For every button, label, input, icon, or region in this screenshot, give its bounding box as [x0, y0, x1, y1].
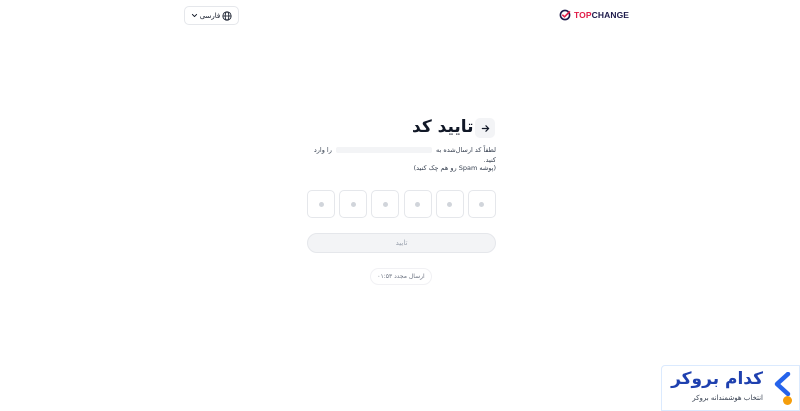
otp-digit-input[interactable]: [339, 190, 368, 218]
logo-text-top: TOP: [574, 10, 592, 20]
otp-placeholder-dot: [415, 201, 421, 207]
page-title-row: تایید کد: [412, 117, 474, 137]
ad-title: کدام بروکر: [671, 369, 763, 389]
otp-input-group: [307, 190, 496, 218]
otp-digit-input[interactable]: [403, 190, 432, 218]
instruction-prefix: لطفاً کد ارسال‌شده به: [436, 146, 496, 154]
chevron-down-icon: [191, 13, 198, 18]
checkmark-circle-icon: [559, 9, 571, 21]
otp-placeholder-dot: [382, 201, 388, 207]
instruction-text: لطفاً کد ارسال‌شده به را وارد کنید.: [307, 146, 496, 165]
spam-note: (پوشه Spam رو هم چک کنید): [413, 164, 496, 172]
resend-code-button[interactable]: ارسال مجدد ۰۱:۵۳: [370, 268, 432, 285]
logo-text: TOPCHANGE: [574, 10, 629, 20]
otp-digit-input[interactable]: [467, 190, 496, 218]
otp-placeholder-dot: [350, 201, 356, 207]
chevron-left-icon: [774, 372, 791, 396]
page-title: تایید کد: [412, 117, 474, 137]
otp-placeholder-dot: [318, 201, 324, 207]
topchange-logo[interactable]: TOPCHANGE: [559, 9, 629, 21]
otp-placeholder-dot: [479, 201, 485, 207]
globe-icon: [222, 10, 232, 21]
otp-digit-input[interactable]: [371, 190, 400, 218]
ad-dot-icon: [783, 396, 792, 405]
arrow-right-icon: [481, 124, 489, 132]
confirm-button[interactable]: تایید: [307, 233, 496, 253]
back-button[interactable]: [475, 118, 495, 138]
ad-subtitle: انتخاب هوشمندانه بروکر: [692, 394, 763, 402]
masked-email: [335, 147, 432, 153]
language-label: فارسی: [199, 11, 221, 20]
otp-placeholder-dot: [447, 201, 453, 207]
logo-text-change: CHANGE: [591, 10, 630, 20]
language-selector[interactable]: فارسی: [184, 6, 239, 25]
kodam-broker-ad[interactable]: کدام بروکر انتخاب هوشمندانه بروکر: [661, 365, 800, 411]
otp-digit-input[interactable]: [307, 190, 335, 218]
otp-digit-input[interactable]: [435, 190, 464, 218]
